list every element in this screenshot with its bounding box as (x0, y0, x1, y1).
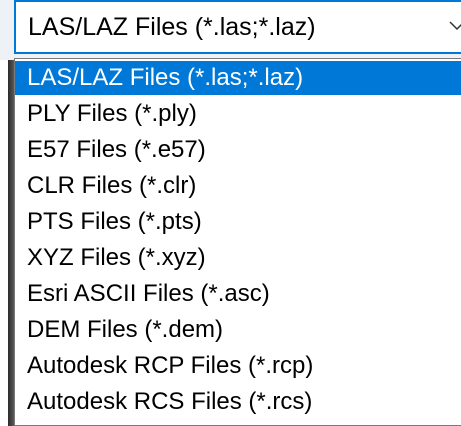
list-item-clr[interactable]: CLR Files (*.clr) (15, 169, 461, 203)
list-item-autodesk-rcs[interactable]: Autodesk RCS Files (*.rcs) (15, 385, 461, 419)
file-type-dialog-region: LAS/LAZ Files (*.las;*.laz) LAS/LAZ File… (0, 0, 461, 426)
list-item-esri-ascii[interactable]: Esri ASCII Files (*.asc) (15, 277, 461, 311)
file-type-combobox-value: LAS/LAZ Files (*.las;*.laz) (28, 13, 316, 41)
file-type-combobox[interactable]: LAS/LAZ Files (*.las;*.laz) (14, 0, 461, 54)
file-type-dropdown-list: LAS/LAZ Files (*.las;*.laz) PLY Files (*… (14, 58, 461, 426)
list-item-las-laz[interactable]: LAS/LAZ Files (*.las;*.laz) (15, 61, 461, 95)
background-window-edge (0, 60, 14, 426)
list-item-xyz[interactable]: XYZ Files (*.xyz) (15, 241, 461, 275)
chevron-down-icon[interactable] (448, 16, 461, 34)
list-item-autodesk-rcp[interactable]: Autodesk RCP Files (*.rcp) (15, 349, 461, 383)
list-item-pts[interactable]: PTS Files (*.pts) (15, 205, 461, 239)
list-item-dem[interactable]: DEM Files (*.dem) (15, 313, 461, 347)
list-item-ply[interactable]: PLY Files (*.ply) (15, 97, 461, 131)
list-item-e57[interactable]: E57 Files (*.e57) (15, 133, 461, 167)
